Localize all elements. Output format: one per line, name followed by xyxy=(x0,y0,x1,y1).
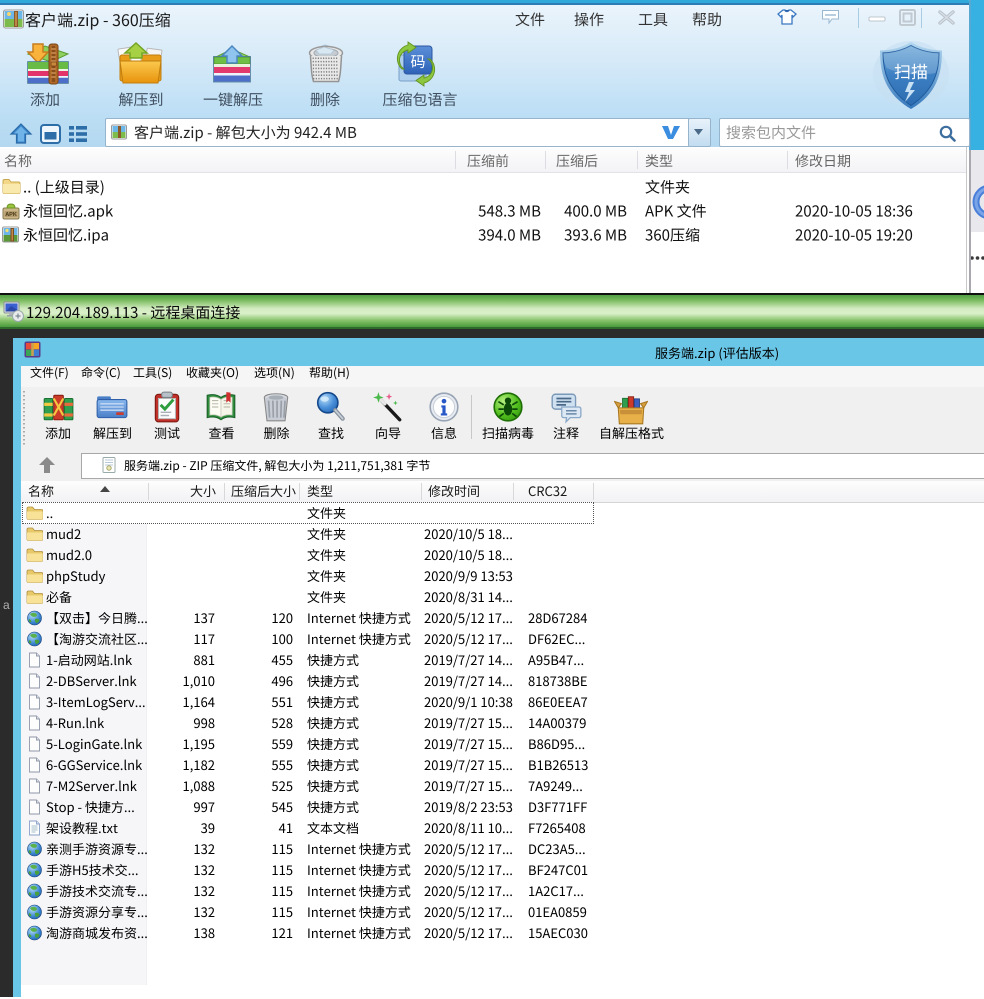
svg-text:APK: APK xyxy=(5,212,17,218)
